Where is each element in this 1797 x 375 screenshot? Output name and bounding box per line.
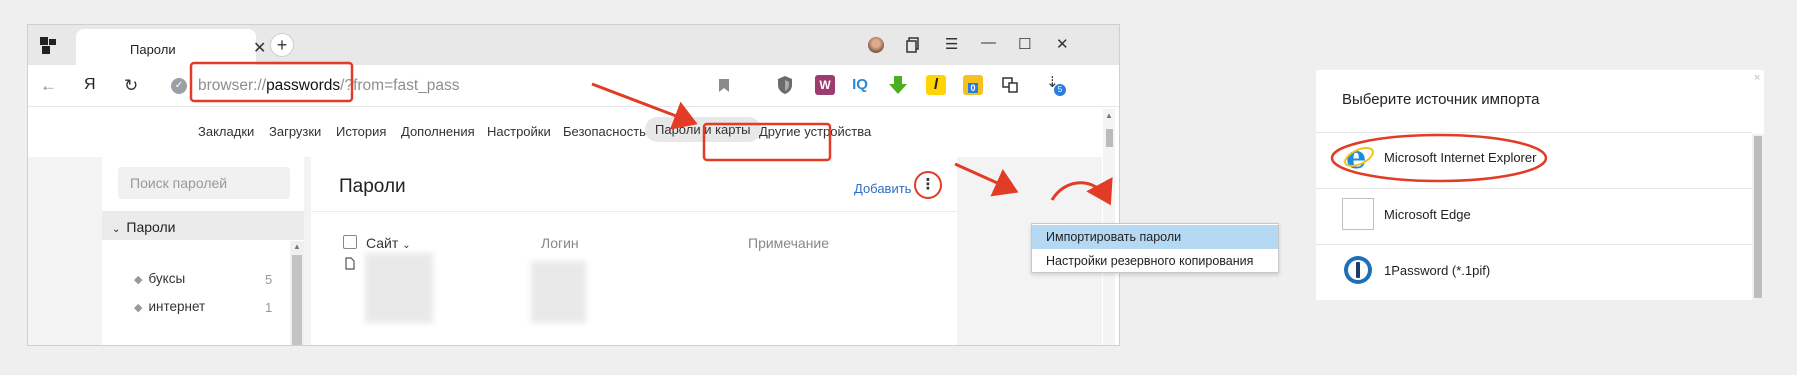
passwords-panel: Пароли Добавить ⋮ Сайт ⌄ Логин Примечани… [311,157,957,345]
back-arrow-icon[interactable]: ← [40,76,57,96]
tab-bar: Пароли ✕ + ☰ — ☐ ✕ [28,25,1119,65]
column-login: Логин [541,235,579,251]
backup-settings-item[interactable]: Настройки резервного копирования [1032,249,1278,273]
divider [1316,132,1752,133]
tab-close-icon[interactable]: ✕ [253,38,266,58]
iq-ext-icon[interactable]: IQ [850,75,870,95]
user-avatar[interactable] [868,37,884,53]
search-passwords-input[interactable]: Поиск паролей [118,167,290,199]
minimize-icon[interactable]: — [981,34,996,51]
scrollbar-thumb[interactable] [1754,136,1762,298]
dialog-scrollbar[interactable] [1752,134,1764,300]
source-1password[interactable]: 1Password (*.1pif) [1384,263,1490,278]
address-host: passwords [266,77,341,94]
edge-icon [1342,198,1374,230]
sidebar-count: 5 [265,272,273,287]
yandex-button[interactable]: Я [84,76,96,94]
tag-icon: ◆ [134,274,143,286]
italic-l-ext-icon[interactable]: l [926,75,946,95]
passwords-sidebar: Поиск паролей ⌄ Пароли ◆ буксы 5 ◆ интернет… [102,157,304,345]
abbyy-ext-icon[interactable]: 0 [963,75,983,95]
address-query: ?from=fast_pass [344,77,460,94]
sidebar-count: 1 [265,300,273,315]
1password-icon [1344,256,1372,284]
scroll-up-icon[interactable]: ▲ [293,242,301,251]
nav-downloads[interactable]: Загрузки [269,124,321,139]
woocommerce-ext-icon[interactable]: W [815,75,835,95]
dialog-title: Выберите источник импорта [1342,91,1540,108]
download-arrow-ext-icon[interactable] [888,75,908,95]
file-icon [345,257,355,270]
new-tab-button[interactable]: + [270,33,294,57]
select-all-checkbox[interactable] [343,235,357,249]
collections-icon[interactable] [906,37,920,53]
menu-icon[interactable]: ☰ [945,35,958,53]
add-password-link[interactable]: Добавить [854,181,911,196]
tag-icon: ◆ [134,302,143,314]
nav-passwords-cards[interactable]: Пароли и карты [645,117,761,142]
toolbar: ← Я ↻ ✓ browser://passwords/?from=fast_p… [28,65,1119,107]
chevron-down-icon: ⌄ [112,224,121,235]
nav-other-devices[interactable]: Другие устройства [759,124,871,139]
sidebar-item-internet[interactable]: ◆ интернет [134,299,205,314]
blurred-site [365,253,433,323]
source-ie[interactable]: Microsoft Internet Explorer [1384,150,1536,165]
tab-passwords[interactable]: Пароли ✕ [76,29,266,65]
more-options-button[interactable]: ⋮ [914,171,942,199]
blurred-login [531,261,586,323]
yandex-browser-logo-icon [40,37,56,54]
close-icon[interactable]: × [1754,72,1760,84]
nav-extensions[interactable]: Дополнения [401,124,475,139]
downloads-icon[interactable]: ⇣ 5 [1044,73,1066,97]
browser-window: Пароли ✕ + ☰ — ☐ ✕ ← Я ↻ ✓ browser://pas… [27,24,1120,346]
protect-shield-icon[interactable]: ✓ [171,78,187,94]
divider [1316,188,1752,189]
sidebar-item-buksy[interactable]: ◆ буксы [134,271,185,286]
nav-settings[interactable]: Настройки [487,124,551,139]
nav-history[interactable]: История [336,124,386,139]
settings-nav: Закладки Загрузки История Дополнения Нас… [28,107,1119,157]
scrollbar-thumb[interactable] [292,255,302,345]
sidebar-item-passwords[interactable]: ⌄ Пароли [112,219,176,235]
column-note: Примечание [748,235,830,251]
chevron-down-icon: ⌄ [402,240,411,251]
nav-bookmarks[interactable]: Закладки [198,124,254,139]
column-site[interactable]: Сайт ⌄ [366,235,411,251]
import-source-dialog: Выберите источник импорта × e Microsoft … [1316,70,1764,300]
translate-ext-icon[interactable] [1000,75,1020,95]
source-edge[interactable]: Microsoft Edge [1384,207,1471,222]
shield-ext-icon[interactable] [776,75,794,95]
maximize-icon[interactable]: ☐ [1018,35,1031,53]
divider [311,211,957,212]
address-scheme: browser:// [198,77,267,94]
nav-security[interactable]: Безопасность [563,124,646,139]
import-passwords-item[interactable]: Импортировать пароли [1032,225,1278,249]
more-options-dropdown: Импортировать пароли Настройки резервног… [1031,223,1279,273]
tab-title: Пароли [130,42,176,57]
sidebar-scrollbar[interactable]: ▲ [290,241,304,345]
close-window-icon[interactable]: ✕ [1056,35,1069,53]
address-bar[interactable]: browser://passwords/?from=fast_pass [198,77,460,95]
divider [1316,244,1752,245]
internet-explorer-icon: e [1344,140,1374,172]
reload-icon[interactable]: ↻ [124,76,138,96]
bookmark-icon[interactable] [718,78,730,93]
page-title: Пароли [339,176,406,197]
